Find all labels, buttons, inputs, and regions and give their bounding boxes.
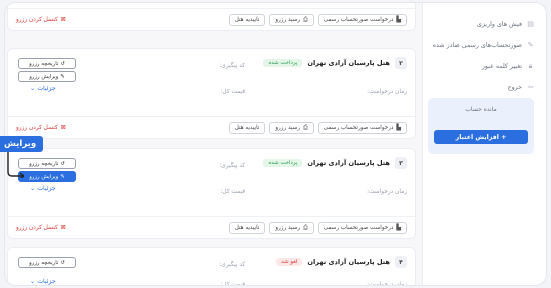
print-icon: ⎙ bbox=[302, 123, 308, 131]
sidebar-item-label: صورتحساب‌های رسمی صادر شده bbox=[432, 41, 522, 49]
hotel-confirm-button[interactable]: تاییدیه هتل bbox=[228, 13, 266, 26]
history-icon: ↺ bbox=[60, 259, 65, 266]
reserve-history-button[interactable]: ↺ تاریخچه رزرو bbox=[18, 158, 76, 169]
card-header: ۴ هتل پارسیان آزادی تهران لغو شد bbox=[276, 256, 407, 268]
tracking-code-label: کد پیگیری: bbox=[219, 163, 245, 169]
sidebar-item-label: خروج bbox=[507, 83, 522, 91]
card-action-bar: ▙ درخواست صورتحساب رسمی ⎙ رسید رزرو تاییدی… bbox=[8, 116, 415, 138]
cancel-icon: ⊠ bbox=[60, 16, 66, 23]
receipt-icon: ▤ bbox=[527, 19, 534, 28]
chevron-down-icon: ⌄ bbox=[30, 185, 36, 192]
request-invoice-button[interactable]: ▙ درخواست صورتحساب رسمی bbox=[317, 121, 407, 134]
status-badge: پرداخت شده bbox=[263, 159, 303, 167]
details-toggle[interactable]: جزئیات ⌄ bbox=[30, 85, 56, 92]
reservations-list: ▙ درخواست صورتحساب رسمی ⎙ رسید رزرو تاییدی… bbox=[7, 3, 416, 286]
tracking-code-label: کد پیگیری: bbox=[219, 63, 245, 69]
hotel-confirm-button[interactable]: تاییدیه هتل bbox=[228, 221, 266, 234]
cancel-icon: ⊠ bbox=[60, 124, 66, 131]
reservation-number: ۴ bbox=[395, 256, 407, 268]
reservation-card: ۳ هتل پارسیان آزادی تهران پرداخت شده کد … bbox=[7, 148, 416, 239]
reserve-receipt-button[interactable]: ⎙ رسید رزرو bbox=[269, 13, 314, 26]
reserve-receipt-button[interactable]: ⎙ رسید رزرو bbox=[269, 121, 314, 134]
card-side-actions: ↺ تاریخچه رزرو bbox=[18, 257, 76, 268]
print-icon: ⎙ bbox=[302, 15, 308, 23]
reservation-card: ۲ هتل پارسیان آزادی تهران پرداخت شده کد … bbox=[7, 48, 416, 139]
hotel-name: هتل پارسیان آزادی تهران bbox=[307, 258, 390, 266]
card-side-actions: ↺ تاریخچه رزرو ✎ ویرایش رزرو bbox=[18, 158, 76, 182]
history-icon: ↺ bbox=[60, 60, 65, 67]
cancel-reserve-button[interactable]: ⊠ کنسل کردن رزرو bbox=[16, 224, 66, 231]
pencil-icon: ✎ bbox=[60, 173, 65, 180]
reservation-card: ۴ هتل پارسیان آزادی تهران لغو شد کد پیگی… bbox=[7, 247, 416, 286]
edit-reserve-button[interactable]: ✎ ویرایش رزرو bbox=[18, 71, 76, 82]
charge-wallet-button[interactable]: + افزایش اعتبار bbox=[434, 130, 528, 144]
card-header: ۳ هتل پارسیان آزادی تهران پرداخت شده bbox=[263, 157, 407, 169]
total-price-label: قیمت کل: bbox=[220, 89, 245, 95]
sidebar-item-official-invoices[interactable]: ✎ صورتحساب‌های رسمی صادر شده bbox=[428, 38, 534, 52]
cancel-reserve-button[interactable]: ⊠ کنسل کردن رزرو bbox=[16, 124, 66, 131]
cancel-icon: ⊠ bbox=[60, 224, 66, 231]
sidebar-item-label: تغییر کلمه عبور bbox=[481, 62, 522, 70]
wallet-balance-title: مانده حساب bbox=[465, 106, 497, 113]
tracking-code-label: کد پیگیری: bbox=[219, 262, 245, 268]
app-frame: ▤ فیش های واریزی ✎ صورتحساب‌های رسمی صاد… bbox=[4, 2, 547, 286]
history-icon: ↺ bbox=[60, 160, 65, 167]
reservation-number: ۳ bbox=[395, 157, 407, 169]
card-action-bar: ▙ درخواست صورتحساب رسمی ⎙ رسید رزرو تاییدی… bbox=[8, 216, 415, 238]
hotel-name: هتل پارسیان آزادی تهران bbox=[307, 159, 390, 167]
request-invoice-button[interactable]: ▙ درخواست صورتحساب رسمی bbox=[317, 221, 407, 234]
card-side-actions: ↺ تاریخچه رزرو ✎ ویرایش رزرو bbox=[18, 58, 76, 82]
reserve-history-button[interactable]: ↺ تاریخچه رزرو bbox=[18, 257, 76, 268]
card-header: ۲ هتل پارسیان آزادی تهران پرداخت شده bbox=[263, 57, 407, 69]
request-invoice-button[interactable]: ▙ درخواست صورتحساب رسمی bbox=[317, 13, 407, 26]
sidebar-menu: ▤ فیش های واریزی ✎ صورتحساب‌های رسمی صاد… bbox=[428, 17, 534, 101]
chevron-down-icon: ⌄ bbox=[30, 85, 36, 92]
total-price-label: قیمت کل: bbox=[220, 282, 245, 286]
edit-reserve-button[interactable]: ✎ ویرایش رزرو bbox=[18, 171, 76, 182]
wallet-box: مانده حساب + افزایش اعتبار bbox=[428, 98, 534, 154]
reserve-history-button[interactable]: ↺ تاریخچه رزرو bbox=[18, 58, 76, 69]
callout-arrow-icon bbox=[7, 152, 24, 178]
document-icon: ▙ bbox=[396, 224, 401, 231]
details-toggle[interactable]: جزئیات ⌄ bbox=[30, 185, 56, 192]
edit-callout-label: ویرایش bbox=[0, 136, 44, 152]
total-price-label: قیمت کل: bbox=[220, 189, 245, 195]
document-icon: ▙ bbox=[396, 16, 401, 23]
pencil-icon: ✎ bbox=[60, 73, 65, 80]
sidebar-item-receipts[interactable]: ▤ فیش های واریزی bbox=[428, 17, 534, 31]
details-toggle[interactable]: جزئیات ⌄ bbox=[30, 278, 56, 285]
logout-icon: ⇦ bbox=[527, 82, 534, 91]
status-badge: پرداخت شده bbox=[263, 59, 303, 67]
reserve-receipt-button[interactable]: ⎙ رسید رزرو bbox=[269, 221, 314, 234]
reservation-card: ▙ درخواست صورتحساب رسمی ⎙ رسید رزرو تاییدی… bbox=[7, 3, 416, 31]
card-action-bar: ▙ درخواست صورتحساب رسمی ⎙ رسید رزرو تاییدی… bbox=[8, 8, 415, 30]
hotel-confirm-button[interactable]: تاییدیه هتل bbox=[228, 121, 266, 134]
hotel-name: هتل پارسیان آزادی تهران bbox=[307, 59, 390, 67]
document-icon: ▙ bbox=[396, 124, 401, 131]
sidebar-item-label: فیش های واریزی bbox=[476, 20, 522, 28]
sidebar-item-change-password[interactable]: 🔒︎ تغییر کلمه عبور bbox=[428, 59, 534, 73]
print-icon: ⎙ bbox=[302, 223, 308, 231]
request-time-label: زمان درخواست: bbox=[367, 282, 407, 286]
sidebar: ▤ فیش های واریزی ✎ صورتحساب‌های رسمی صاد… bbox=[422, 3, 546, 285]
lock-icon: 🔒︎ bbox=[528, 61, 533, 70]
status-badge: لغو شد bbox=[276, 258, 303, 266]
request-time-label: زمان درخواست: bbox=[367, 89, 407, 95]
invoice-icon: ✎ bbox=[527, 40, 534, 49]
request-time-label: زمان درخواست: bbox=[367, 189, 407, 195]
chevron-down-icon: ⌄ bbox=[30, 278, 36, 285]
reservation-number: ۲ bbox=[395, 57, 407, 69]
cancel-reserve-button[interactable]: ⊠ کنسل کردن رزرو bbox=[16, 16, 66, 23]
sidebar-item-logout[interactable]: ⇦ خروج bbox=[428, 80, 534, 94]
